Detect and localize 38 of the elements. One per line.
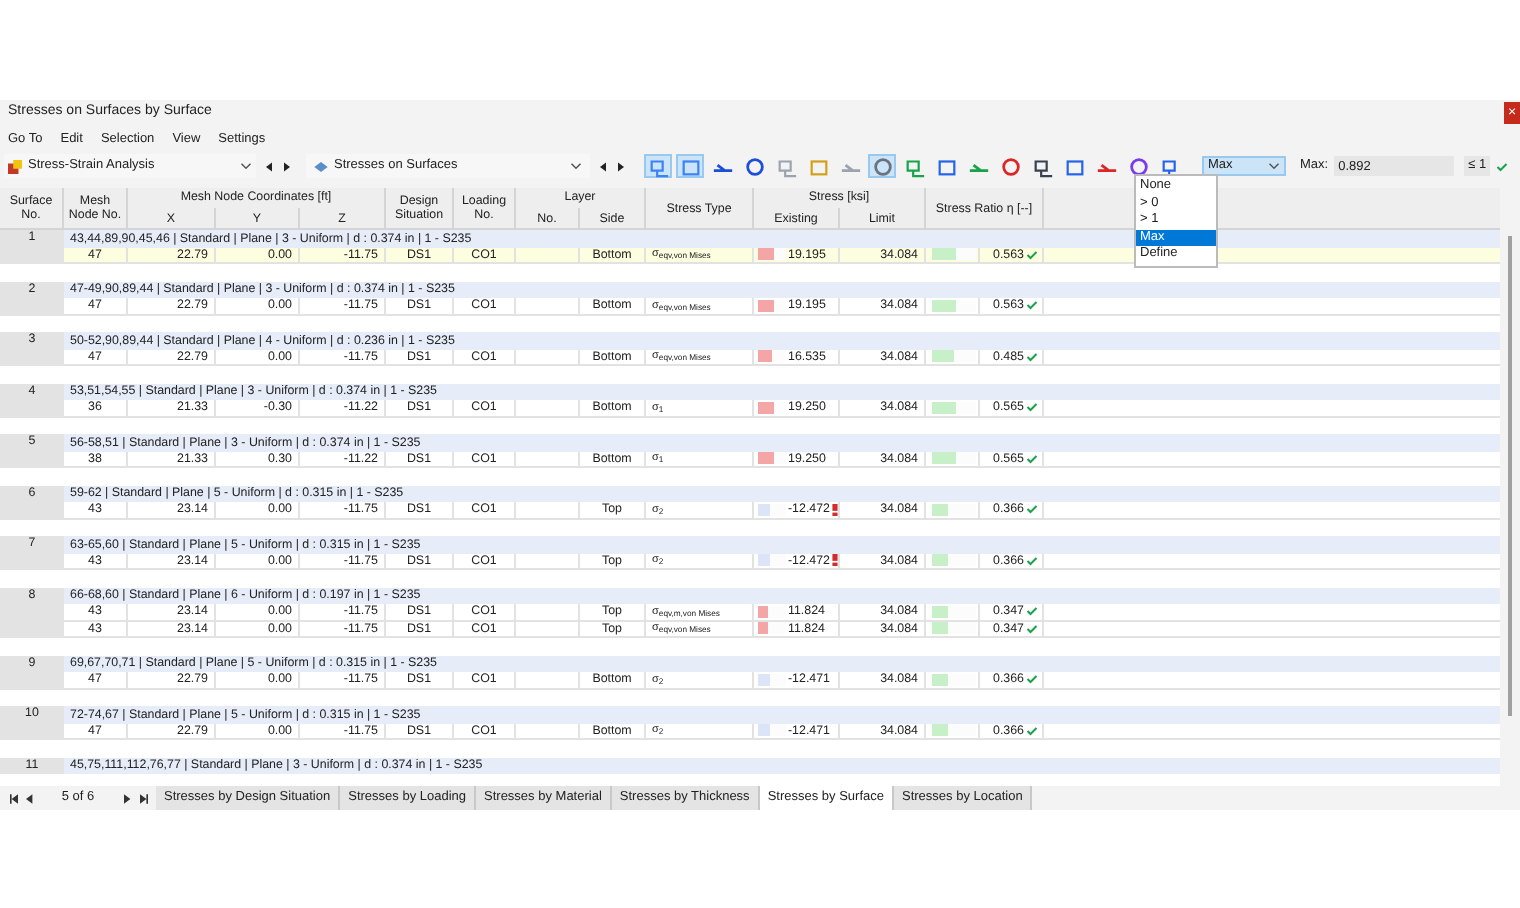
toolbar-icon bbox=[871, 155, 893, 177]
toolbar-icon bbox=[1063, 155, 1085, 177]
next-button[interactable] bbox=[614, 158, 626, 174]
check-icon bbox=[1026, 674, 1038, 685]
toolbar-button[interactable] bbox=[740, 154, 768, 178]
check-icon bbox=[1496, 161, 1509, 171]
check-icon bbox=[1026, 725, 1038, 736]
toolbar-icon bbox=[743, 155, 765, 177]
surface-icon bbox=[314, 161, 328, 171]
caret-icon bbox=[240, 162, 252, 170]
check-icon bbox=[1026, 402, 1038, 413]
caret-icon bbox=[570, 162, 582, 170]
check-icon bbox=[1026, 504, 1038, 515]
toolbar-icon bbox=[1031, 155, 1053, 177]
analysis-icon bbox=[8, 159, 22, 173]
toolbar-icon bbox=[807, 155, 829, 177]
check-icon bbox=[1026, 249, 1038, 260]
check-icon bbox=[1026, 300, 1038, 311]
previous-button[interactable] bbox=[596, 158, 608, 174]
toolbar-button[interactable] bbox=[996, 154, 1024, 178]
toolbar-icon bbox=[679, 155, 701, 177]
next-page-button[interactable] bbox=[120, 790, 134, 806]
last-page-button[interactable] bbox=[136, 790, 150, 806]
next-button[interactable] bbox=[280, 158, 292, 174]
caret-icon bbox=[1268, 162, 1280, 170]
toolbar-icon bbox=[935, 155, 957, 177]
toolbar-icon bbox=[1127, 155, 1149, 177]
check-icon bbox=[1026, 351, 1038, 362]
check-icon bbox=[1026, 555, 1038, 566]
check-icon bbox=[1026, 453, 1038, 464]
first-page-button[interactable] bbox=[6, 790, 20, 806]
toolbar-icon bbox=[775, 155, 797, 177]
previous-page-button[interactable] bbox=[22, 790, 36, 806]
toolbar-icon bbox=[903, 155, 925, 177]
toolbar-icon bbox=[647, 155, 669, 177]
toolbar-button[interactable] bbox=[1124, 154, 1152, 178]
previous-button[interactable] bbox=[262, 158, 274, 174]
toolbar-icon bbox=[999, 155, 1021, 177]
